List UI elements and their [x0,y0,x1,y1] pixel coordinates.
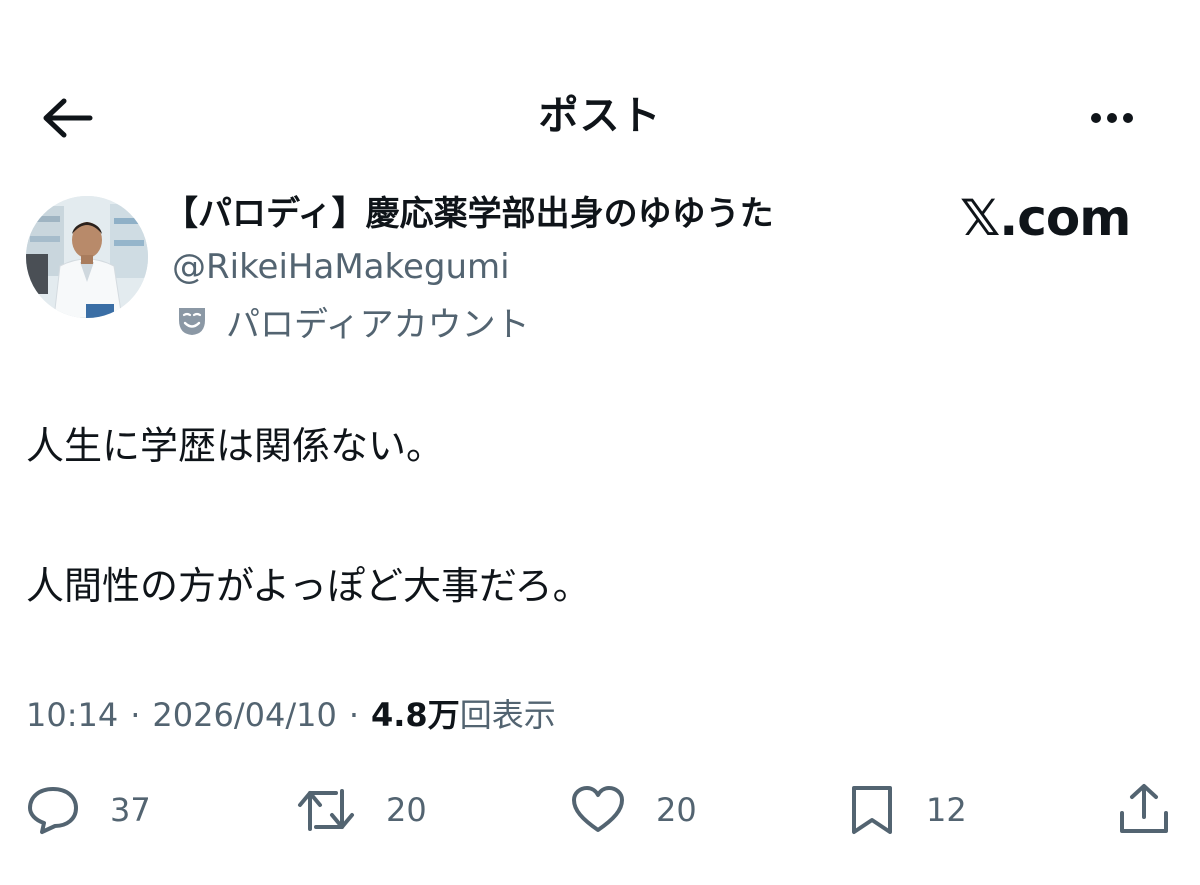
theater-mask-icon [172,301,212,341]
repost-button[interactable]: 20 [296,780,427,840]
repost-count: 20 [386,791,427,829]
reply-bubble-icon [28,787,78,834]
bookmark-count: 12 [926,791,967,829]
arrow-left-icon [43,98,93,138]
bookmark-icon [852,786,892,834]
back-button[interactable] [36,88,100,148]
meta-separator: · [130,696,141,734]
parody-account-label: パロディアカウント [172,297,530,345]
share-button[interactable] [1116,780,1172,840]
author-display-name[interactable]: 【パロディ】慶応薬学部出身のゆゆうた [164,190,774,238]
reply-count: 37 [110,791,151,829]
avatar-photo [26,196,148,318]
page-title: ポスト [538,93,662,139]
like-button[interactable]: 20 [570,780,697,840]
more-horizontal-icon [1088,113,1136,123]
share-icon [1120,784,1168,833]
views-label: 回表示 [459,696,556,734]
like-count: 20 [656,791,697,829]
views-count[interactable]: 4.8万 [371,692,460,738]
avatar[interactable] [26,196,148,318]
repost-icon [298,789,354,831]
bookmark-button[interactable]: 12 [848,780,967,840]
heart-icon [572,786,624,832]
reply-button[interactable]: 37 [26,780,151,840]
meta-separator: · [348,696,359,734]
tweet-time[interactable]: 10:14 [26,692,118,738]
tweet-meta: 10:14 · 2026/04/10 · 4.8万 回表示 [26,692,556,738]
author-handle[interactable]: @RikeiHaMakegumi [172,243,510,291]
tweet-text-line: 人間性の方がよっぽど大事だろ。 [26,564,591,608]
more-options-button[interactable] [1076,88,1148,148]
parody-label-text: パロディアカウント [226,304,530,345]
x-brand-logo: 𝕏.com [960,189,1131,247]
tweet-text-line: 人生に学歴は関係ない。 [26,424,445,468]
tweet-date[interactable]: 2026/04/10 [152,692,336,738]
